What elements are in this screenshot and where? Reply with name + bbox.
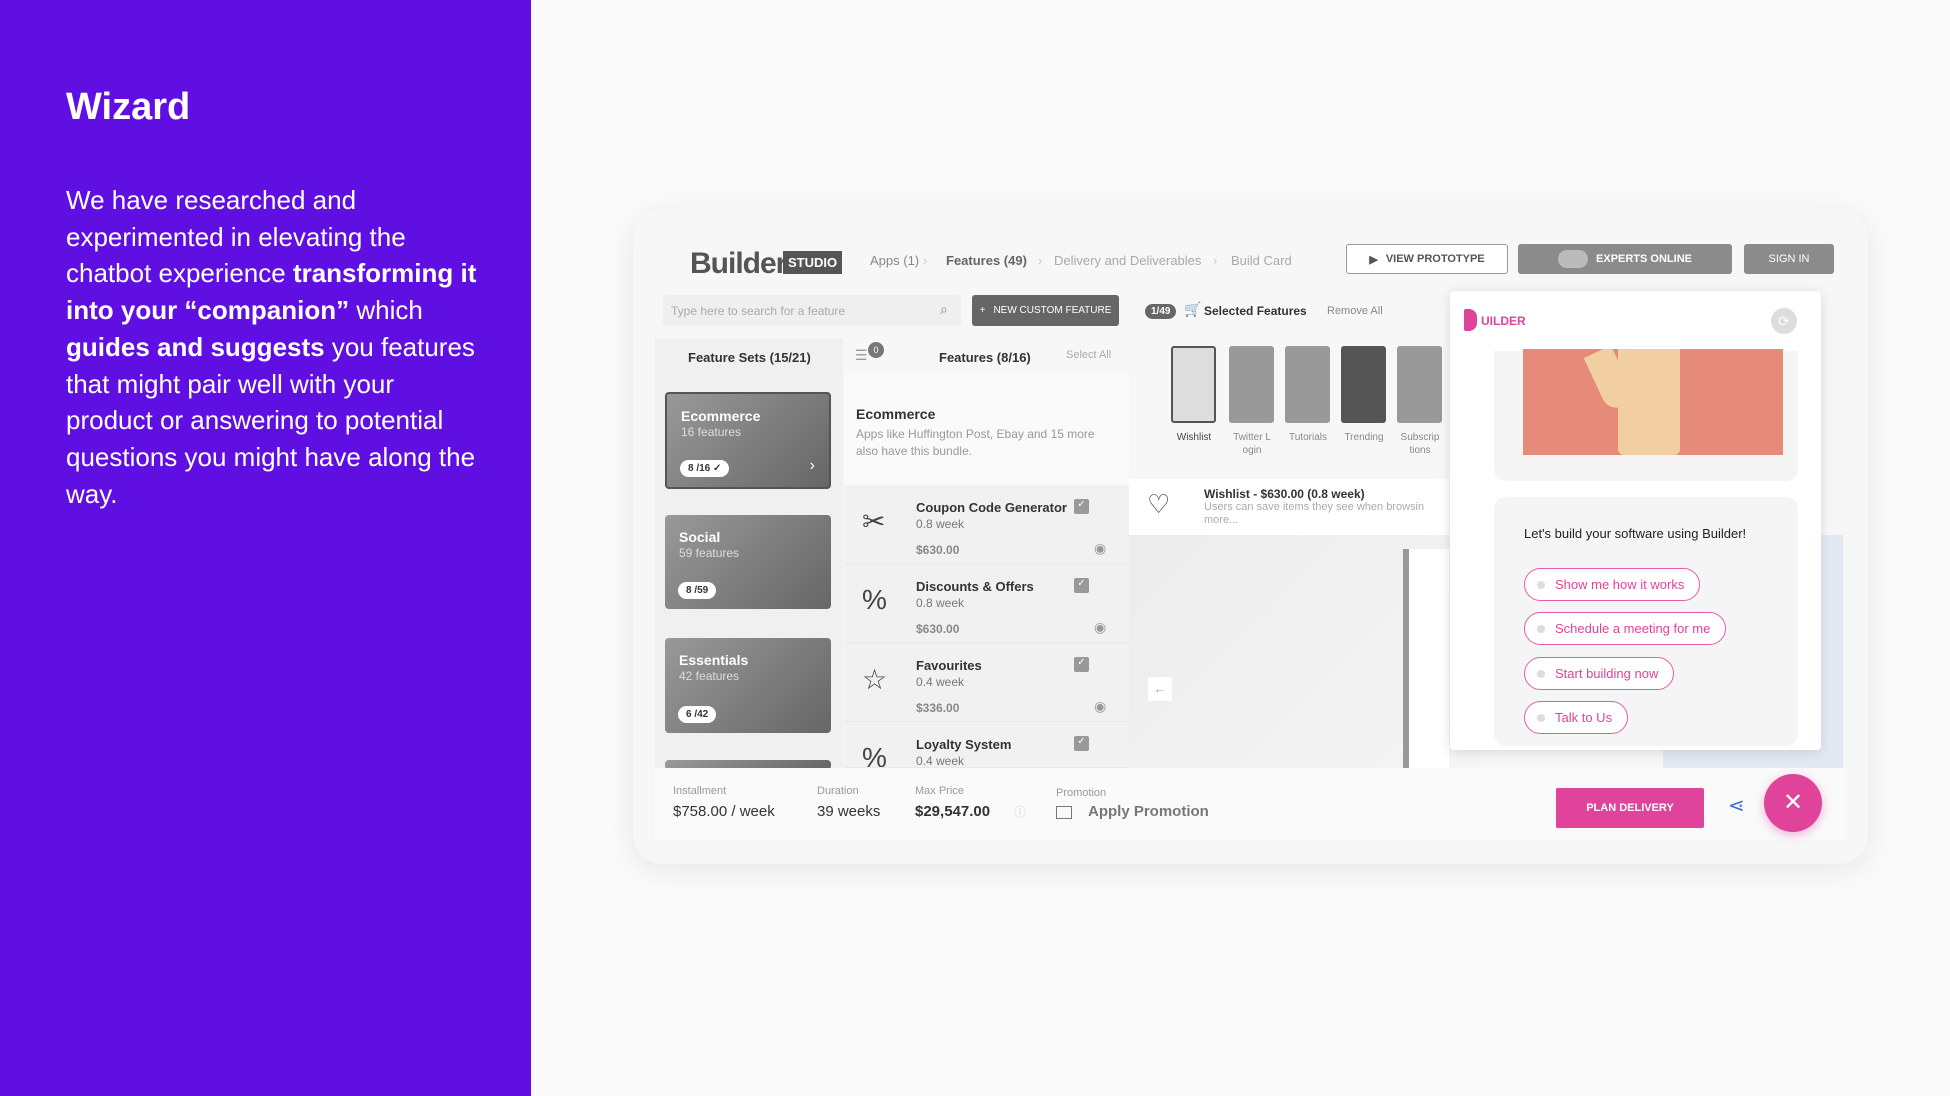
thumb-wishlist[interactable] xyxy=(1171,346,1216,423)
detail-title: Wishlist - $630.00 (0.8 week) xyxy=(1204,487,1365,501)
detail-desc: Users can save items they see when brows… xyxy=(1204,501,1425,513)
intro-panel: Wizard We have researched and experiment… xyxy=(0,0,531,1096)
feature-sets-header: Feature Sets (15/21) xyxy=(688,350,811,365)
studio-badge: STUDIO xyxy=(783,251,843,274)
selected-count-badge: 1/49 xyxy=(1145,304,1177,319)
waving-hand-illustration xyxy=(1523,349,1783,455)
close-chat-button[interactable]: ✕ xyxy=(1764,774,1822,832)
chevron-right-icon: › xyxy=(809,457,815,474)
feature-set-social[interactable]: Social 59 features 8 /59 xyxy=(665,515,831,609)
checkbox-checked: ✓ xyxy=(1074,578,1089,593)
percent-badge-icon: % xyxy=(862,584,887,615)
thumb-subscriptions[interactable] xyxy=(1397,346,1442,423)
checkbox-checked: ✓ xyxy=(1074,657,1089,672)
bundle-desc: Apps like Huffington Post, Ebay and 15 m… xyxy=(856,427,1095,458)
max-price-value: $29,547.00 xyxy=(915,803,991,820)
experts-avatar-icon xyxy=(1558,250,1589,268)
detail-more[interactable]: more... xyxy=(1204,514,1238,526)
coupon-icon: ✂ xyxy=(862,506,886,537)
features-header: Features (8/16) xyxy=(939,350,1031,365)
thumb-tutorials[interactable] xyxy=(1285,346,1330,423)
thumb-twitter-login[interactable] xyxy=(1229,346,1274,423)
heart-plus-icon: ♡ xyxy=(1147,489,1171,519)
info-icon[interactable]: ⓘ xyxy=(1014,803,1026,820)
feature-row[interactable]: ☆ Favourites 0.4 week $336.00 ✓ ◉ xyxy=(844,643,1129,722)
checkbox-checked: ✓ xyxy=(1074,499,1089,514)
thumb-trending[interactable] xyxy=(1341,346,1386,423)
filter-icon[interactable]: ☰ xyxy=(855,347,868,364)
search-input[interactable]: Type here to search for a feature xyxy=(663,295,961,326)
star-icon: ☆ xyxy=(862,664,888,695)
play-icon: ▶ xyxy=(1369,253,1378,266)
share-icon[interactable]: ⋖ xyxy=(1728,793,1745,818)
eye-icon: ◉ xyxy=(1094,540,1107,556)
eye-icon: ◉ xyxy=(1094,698,1107,714)
builder-b-logo xyxy=(1464,309,1477,331)
selected-features-label: Selected Features xyxy=(1204,304,1307,318)
feature-set-ecommerce[interactable]: Ecommerce 16 features 8 /16 ✓ › xyxy=(665,392,831,489)
breadcrumb-delivery[interactable]: Delivery and Deliverables xyxy=(1054,253,1201,268)
installment-value: $758.00 / week xyxy=(673,803,775,820)
breadcrumb-apps[interactable]: Apps (1) xyxy=(870,253,919,268)
eye-icon: ◉ xyxy=(1094,619,1107,635)
app-screenshot: Builder STUDIO Apps (1) › Features (49) … xyxy=(633,209,1868,864)
view-prototype-button[interactable]: ▶ VIEW PROTOTYPE xyxy=(1346,244,1508,274)
new-custom-feature-button[interactable]: + NEW CUSTOM FEATURE xyxy=(972,295,1119,326)
select-all-link[interactable]: Select All xyxy=(1066,349,1111,361)
option-schedule-meeting[interactable]: Schedule a meeting for me xyxy=(1524,612,1727,645)
option-start-building[interactable]: Start building now xyxy=(1524,657,1675,690)
promotion-checkbox[interactable] xyxy=(1056,806,1072,819)
feature-row[interactable]: ✂ Coupon Code Generator 0.8 week $630.00 ✓ ◉ xyxy=(844,485,1129,564)
cart-icon: 🛒 xyxy=(1184,301,1202,317)
intro-text: We have researched and experimented in e… xyxy=(66,185,477,509)
option-talk-to-us[interactable]: Talk to Us xyxy=(1524,701,1629,734)
builder-logo: Builder xyxy=(690,247,787,280)
chatbot-panel: UILDER ⟳ Let's build your software using… xyxy=(1450,291,1821,750)
option-show-how[interactable]: Show me how it works xyxy=(1524,568,1701,601)
sign-in-button[interactable]: SIGN IN xyxy=(1744,244,1834,274)
experts-online-button[interactable]: EXPERTS ONLINE xyxy=(1518,244,1732,274)
bundle-title: Ecommerce xyxy=(856,406,936,422)
duration-value: 39 weeks xyxy=(817,803,881,820)
filter-count-badge: 0 xyxy=(868,342,884,358)
feature-row[interactable]: % Loyalty System 0.4 week ✓ xyxy=(844,722,1129,768)
chat-brand: UILDER xyxy=(1481,314,1526,328)
search-icon: ⌕ xyxy=(940,301,948,317)
chat-message: Let's build your software using Builder! xyxy=(1524,526,1747,541)
refresh-icon[interactable]: ⟳ xyxy=(1771,308,1797,334)
arrow-left-icon[interactable]: ← xyxy=(1148,677,1172,701)
feature-set-essentials[interactable]: Essentials 42 features 6 /42 xyxy=(665,638,831,733)
percent-badge-icon: % xyxy=(862,742,887,768)
feature-row[interactable]: % Discounts & Offers 0.8 week $630.00 ✓ ◉ xyxy=(844,564,1129,643)
apply-promotion-label[interactable]: Apply Promotion xyxy=(1088,803,1209,820)
plan-delivery-button[interactable]: PLAN DELIVERY xyxy=(1556,788,1704,828)
plus-icon: + xyxy=(979,305,986,316)
intro-title: Wizard xyxy=(66,86,191,128)
remove-all-link[interactable]: Remove All xyxy=(1327,305,1383,317)
phone-preview xyxy=(1403,549,1449,768)
checkbox-checked: ✓ xyxy=(1074,736,1089,751)
breadcrumb-features[interactable]: Features (49) xyxy=(946,253,1027,268)
breadcrumb-build-card[interactable]: Build Card xyxy=(1231,253,1292,268)
